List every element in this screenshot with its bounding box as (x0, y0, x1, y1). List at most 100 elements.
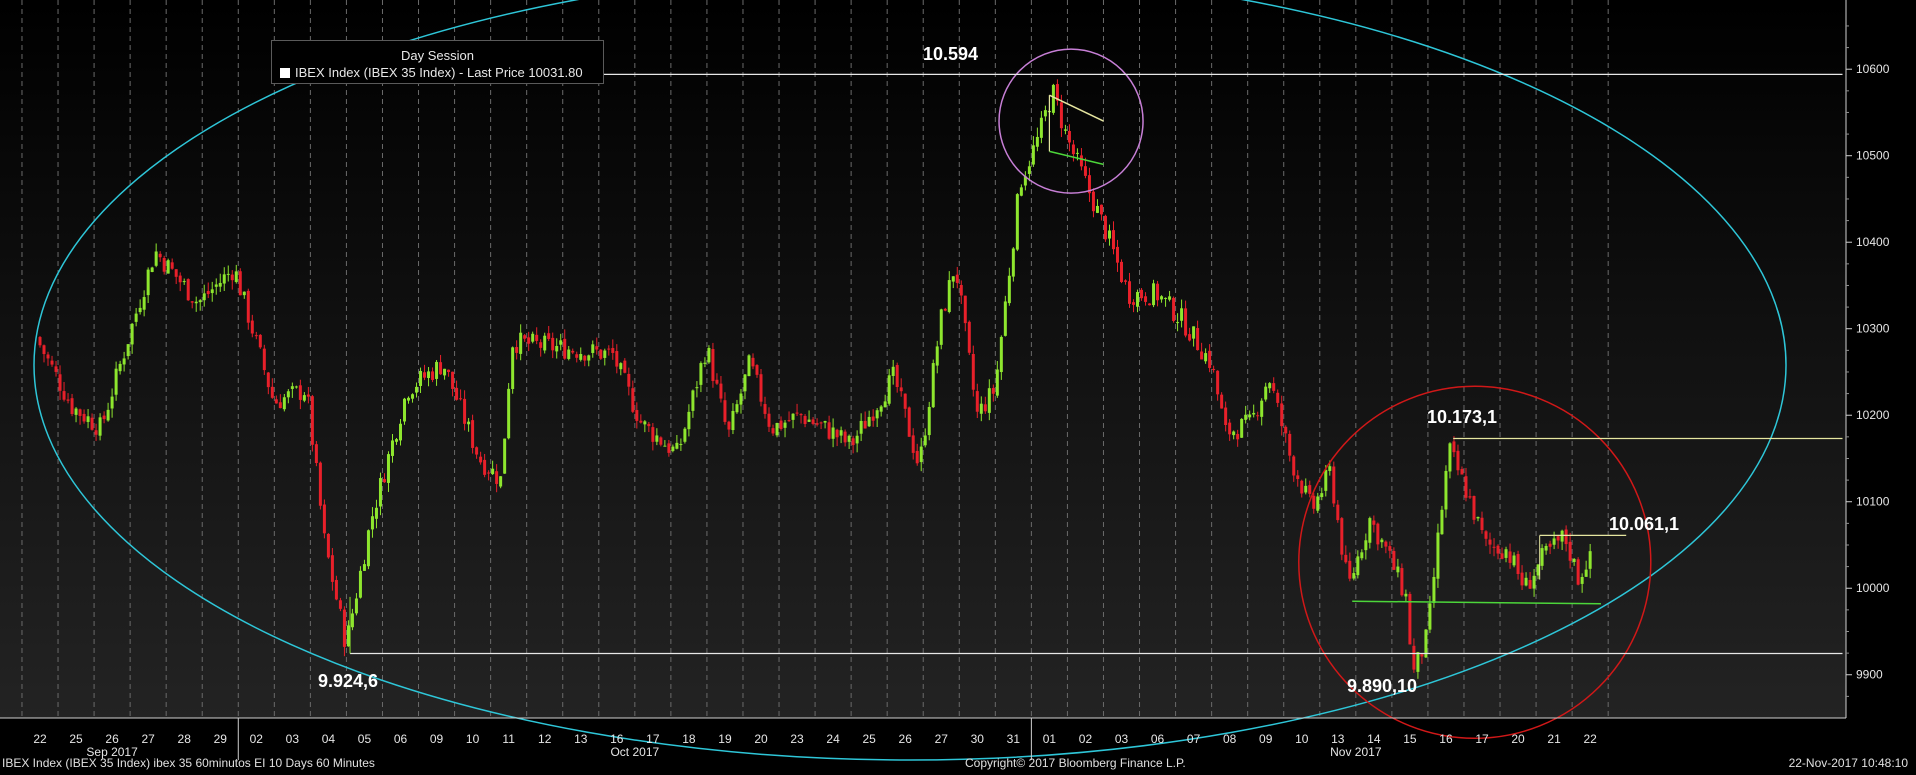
candle-up (791, 413, 795, 420)
level-label-high: 10.594 (923, 44, 979, 64)
candle-down (779, 420, 783, 430)
candle-down (1256, 415, 1260, 417)
candle-up (142, 297, 146, 310)
x-tick-label: 11 (502, 732, 515, 746)
candle-up (507, 388, 511, 439)
candle-up (194, 301, 198, 304)
candle-up (491, 468, 495, 475)
candle-up (146, 269, 150, 296)
candle-up (947, 280, 951, 312)
candle-down (1308, 485, 1312, 494)
candle-down (471, 420, 475, 448)
x-tick-label: 18 (682, 732, 696, 746)
candle-down (423, 372, 427, 378)
candle-up (427, 371, 431, 379)
x-tick-label: 05 (358, 732, 372, 746)
candle-up (86, 416, 90, 422)
candle-up (555, 345, 559, 352)
candle-up (467, 421, 471, 425)
candle-up (511, 347, 515, 389)
x-tick-label: 19 (718, 732, 732, 746)
candle-down (787, 420, 791, 422)
candle-up (1544, 546, 1548, 551)
candle-down (1556, 536, 1560, 541)
level-label-november-high: 10.173,1 (1427, 407, 1498, 427)
candle-up (1244, 414, 1248, 420)
candle-up (935, 346, 939, 366)
candle-up (519, 332, 523, 354)
candle-up (294, 386, 298, 388)
candle-down (495, 471, 499, 484)
candle-up (499, 476, 503, 487)
candle-down (1115, 246, 1119, 263)
candle-down (246, 290, 250, 323)
x-tick-label: 28 (178, 732, 192, 746)
candle-up (1368, 518, 1372, 543)
candle-up (1264, 386, 1268, 400)
candle-up (1352, 573, 1356, 579)
candle-up (731, 410, 735, 431)
candle-up (823, 421, 827, 423)
x-tick-label: 21 (1547, 732, 1561, 746)
candle-down (1276, 392, 1280, 403)
x-tick-label: 10 (466, 732, 480, 746)
x-tick-label: 14 (1367, 732, 1381, 746)
x-tick-label: 09 (430, 732, 444, 746)
candle-down (338, 600, 342, 609)
candle-down (827, 422, 831, 439)
candle-up (114, 368, 118, 395)
y-tick-label: 10100 (1856, 495, 1890, 509)
candle-up (591, 344, 595, 353)
candle-down (238, 271, 242, 296)
footer-description: IBEX Index (IBEX 35 Index) ibex 35 60min… (2, 756, 375, 770)
candle-up (1107, 230, 1111, 239)
candle-down (715, 379, 719, 384)
candle-down (719, 383, 723, 399)
candle-down (943, 308, 947, 311)
candle-up (579, 354, 583, 360)
footer-copyright: Copyright© 2017 Bloomberg Finance L.P. (965, 756, 1186, 770)
candle-up (503, 438, 507, 474)
candle-down (1111, 230, 1115, 250)
x-tick-label: 31 (1007, 732, 1021, 746)
candle-down (1272, 383, 1276, 391)
x-tick-label: 29 (214, 732, 228, 746)
x-tick-label: 09 (1259, 732, 1273, 746)
candle-up (1003, 301, 1007, 336)
candle-down (723, 400, 727, 422)
candle-down (1496, 545, 1500, 554)
x-month-label: Oct 2017 (610, 745, 659, 759)
candle-up (1404, 593, 1408, 597)
candle-up (150, 267, 154, 272)
candle-down (1388, 546, 1392, 551)
candle-up (126, 344, 130, 357)
candle-down (1508, 551, 1512, 563)
candle-up (543, 335, 547, 351)
candle-down (1376, 523, 1380, 545)
candle-up (1160, 296, 1164, 300)
candle-up (411, 394, 415, 399)
candle-down (571, 350, 575, 353)
candle-up (999, 336, 1003, 373)
x-tick-label: 27 (141, 732, 155, 746)
candle-up (1328, 466, 1332, 471)
candle-up (1432, 576, 1436, 604)
candle-down (1200, 351, 1204, 360)
candle-up (987, 388, 991, 413)
candle-up (1504, 549, 1508, 558)
candle-up (891, 366, 895, 376)
candle-down (967, 321, 971, 353)
candle-up (1524, 577, 1528, 586)
candle-up (374, 507, 378, 519)
legend-swatch (280, 68, 290, 78)
candle-down (799, 414, 803, 416)
candle-down (535, 334, 539, 341)
candle-down (539, 342, 543, 348)
candle-down (178, 275, 182, 283)
candle-down (1516, 554, 1520, 575)
candle-up (390, 440, 394, 456)
candle-down (623, 360, 627, 373)
candle-down (647, 423, 651, 427)
candle-up (362, 564, 366, 571)
candle-down (1488, 539, 1492, 545)
